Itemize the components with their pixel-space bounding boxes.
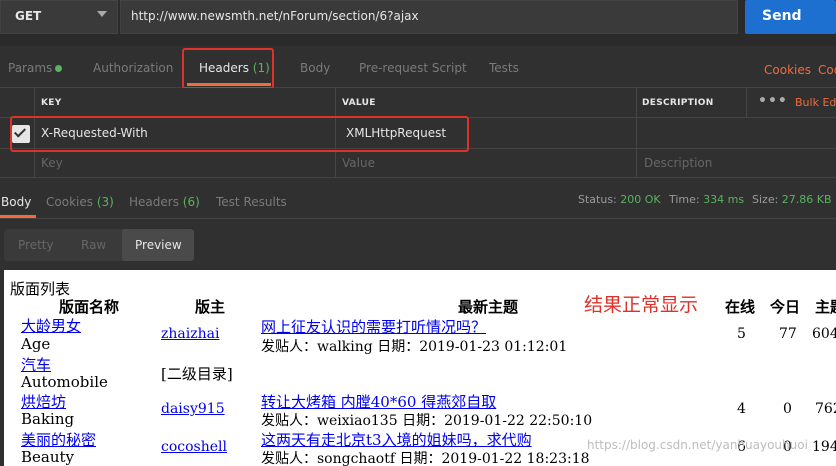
board-en: Automobile xyxy=(21,373,108,391)
request-bar: GET http://www.newsmth.net/nForum/sectio… xyxy=(0,0,836,46)
time-readout: Time: 334 ms xyxy=(669,193,745,206)
table-header-row: KEY VALUE DESCRIPTION ••• Bulk Edit xyxy=(0,88,836,118)
col-today: 今日 xyxy=(770,298,801,316)
divider xyxy=(636,88,637,178)
topic-meta: 发贴人：songchaotf 日期：2019-01-22 18:23:18 xyxy=(261,451,590,466)
divider xyxy=(746,88,747,118)
subdirectory-label: [二级目录] xyxy=(161,365,233,383)
board-link[interactable]: 美丽的秘密 xyxy=(21,429,96,450)
params-indicator-icon xyxy=(55,65,63,72)
topic-count: 604 xyxy=(812,326,836,342)
url-input[interactable]: http://www.newsmth.net/nForum/section/6?… xyxy=(120,0,738,34)
table-row-empty: Key Value Description xyxy=(0,149,836,178)
today-count: 0 xyxy=(783,401,792,417)
view-preview-button[interactable]: Preview xyxy=(135,238,182,252)
response-preview: 版面列表 版面名称 版主 最新主题 在线 今日 主题 结果正常显示 大龄男女 A… xyxy=(4,270,836,466)
annotation-note: 结果正常显示 xyxy=(584,294,699,316)
more-options-icon[interactable]: ••• xyxy=(758,93,788,109)
today-count: 77 xyxy=(779,326,797,342)
col-latest-topic: 最新主题 xyxy=(458,298,519,316)
col-online: 在线 xyxy=(725,298,756,316)
topic-count: 762 xyxy=(815,401,836,417)
status-readout: Status: 200 OK xyxy=(578,193,661,206)
tab-authorization[interactable]: Authorization xyxy=(93,61,173,75)
request-tabs: Params Authorization Headers (1) Body Pr… xyxy=(0,50,836,88)
online-count: 5 xyxy=(737,326,746,342)
tab-response-cookies[interactable]: Cookies (3) xyxy=(46,195,114,209)
tab-prerequest-script[interactable]: Pre-request Script xyxy=(359,61,467,75)
tab-params[interactable]: Params xyxy=(8,61,63,75)
chevron-down-icon xyxy=(97,11,107,17)
topic-meta: 发贴人：walking 日期：2019-01-23 01:12:01 xyxy=(261,339,568,355)
tab-test-results[interactable]: Test Results xyxy=(216,195,287,209)
moderator-link[interactable]: cocoshell xyxy=(161,439,227,455)
tab-response-body[interactable]: Body xyxy=(1,195,31,209)
key-input[interactable]: Key xyxy=(41,156,63,170)
response-tabs: Body Cookies (3) Headers (6) Test Result… xyxy=(0,185,836,219)
topic-meta: 发贴人：weixiao135 日期：2019-01-22 22:50:10 xyxy=(261,413,593,429)
col-board-name: 版面名称 xyxy=(59,298,120,316)
size-readout: Size: 27.86 KB xyxy=(752,193,832,206)
col-key: KEY xyxy=(41,98,62,108)
view-raw-button[interactable]: Raw xyxy=(81,238,106,252)
board-en: Age xyxy=(21,335,51,353)
value-input[interactable]: Value xyxy=(342,156,375,170)
topic-link[interactable]: 转让大烤箱 内膛40*60 得燕郊自取 xyxy=(261,391,496,412)
topic-count: 194 xyxy=(812,439,836,455)
topic-link[interactable]: 这两天有走北京t3入境的姐妹吗，求代购 xyxy=(261,429,532,450)
col-value: VALUE xyxy=(342,98,376,108)
send-label: Send xyxy=(762,8,802,24)
board-link[interactable]: 汽车 xyxy=(21,354,51,375)
method-select[interactable]: GET xyxy=(0,0,118,34)
board-en: Baking xyxy=(21,410,75,428)
tab-body[interactable]: Body xyxy=(300,61,330,75)
highlight-box-header-row xyxy=(10,116,469,152)
topic-link[interactable]: 网上征友认识的需要打听情况吗？ xyxy=(261,316,486,337)
send-button[interactable]: Send xyxy=(745,0,836,34)
board-link[interactable]: 烘焙坊 xyxy=(21,391,66,412)
description-input[interactable]: Description xyxy=(644,156,712,170)
cookies-link[interactable]: Cookies xyxy=(764,63,811,77)
active-tab-underline xyxy=(0,215,36,218)
moderator-link[interactable]: zhaizhai xyxy=(161,326,219,342)
col-moderator: 版主 xyxy=(195,298,226,316)
board-en: Beauty xyxy=(21,448,75,466)
watermark: https://blog.csdn.net/yanhuayouhuoi xyxy=(587,438,808,452)
tab-tests[interactable]: Tests xyxy=(489,61,519,75)
tab-response-headers[interactable]: Headers (6) xyxy=(129,195,200,209)
highlight-box-headers-tab xyxy=(182,48,274,89)
url-text: http://www.newsmth.net/nForum/section/6?… xyxy=(131,9,419,23)
col-description: DESCRIPTION xyxy=(642,98,714,108)
method-label: GET xyxy=(15,9,42,23)
moderator-link[interactable]: daisy915 xyxy=(161,401,225,417)
bulk-edit-link[interactable]: Bulk Edit xyxy=(795,96,836,109)
online-count: 4 xyxy=(737,401,746,417)
col-topics: 主题 xyxy=(815,298,836,316)
board-link[interactable]: 大龄男女 xyxy=(21,315,81,336)
view-pretty-button[interactable]: Pretty xyxy=(18,238,54,252)
code-link[interactable]: Code xyxy=(818,63,836,77)
